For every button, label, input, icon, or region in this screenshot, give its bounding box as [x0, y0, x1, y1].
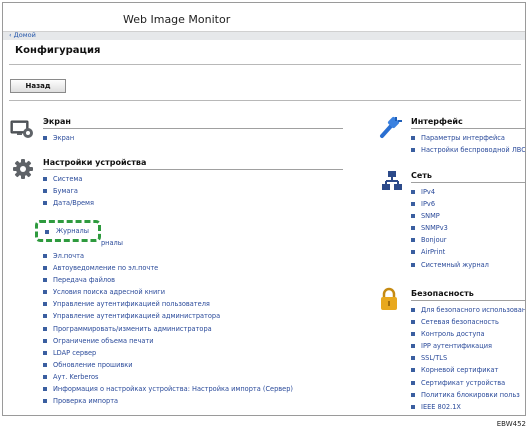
link-secure-use[interactable]: Для безопасного использован: [411, 304, 525, 316]
screen-section: Экран Экран: [43, 117, 343, 144]
screen-items: Экран: [43, 132, 343, 144]
bullet: [45, 230, 49, 234]
link-syslog[interactable]: Системный журнал: [411, 259, 525, 271]
link-ldap-server[interactable]: LDAP сервер: [43, 347, 343, 359]
section-rule: [43, 128, 343, 129]
link-network-security[interactable]: Сетевая безопасность: [411, 316, 525, 328]
section-rule: [411, 182, 525, 183]
interface-cable-icon: [380, 116, 402, 138]
link-snmp[interactable]: SNMP: [411, 210, 525, 222]
link-auto-email[interactable]: Автоуведомление по эл.почте: [43, 262, 343, 274]
link-import-check[interactable]: Проверка импорта: [43, 395, 343, 407]
link-user-lockout-policy[interactable]: Политика блокировки польз: [411, 389, 525, 401]
home-bar: ‹ Домой: [3, 31, 525, 40]
device-items-top: Система Бумага Дата/Время: [43, 173, 343, 209]
device-items-bottom: Эл.почта Автоуведомление по эл.почте Пер…: [43, 250, 343, 407]
link-file-transfer[interactable]: Передача файлов: [43, 274, 343, 286]
link-user-auth[interactable]: Управление аутентификацией пользователя: [43, 298, 343, 310]
security-section: Безопасность Для безопасного использован…: [411, 289, 525, 413]
logs-partial-label: рналы: [101, 239, 123, 247]
link-snmpv3[interactable]: SNMPv3: [411, 222, 525, 234]
link-admin-auth[interactable]: Управление аутентификацией администратор…: [43, 310, 343, 322]
logs-highlight[interactable]: Журналы: [35, 220, 101, 242]
link-device-certificate[interactable]: Сертификат устройства: [411, 377, 525, 389]
device-settings-more: Эл.почта Автоуведомление по эл.почте Пер…: [43, 247, 343, 407]
network-section: Сеть IPv4 IPv6 SNMP SNMPv3 Bonjour AirPr…: [411, 171, 525, 271]
link-firmware-update[interactable]: Обновление прошивки: [43, 359, 343, 371]
device-settings-section: Настройки устройства Система Бумага Дата…: [43, 158, 343, 209]
link-ipv4[interactable]: IPv4: [411, 186, 525, 198]
link-date-time[interactable]: Дата/Время: [43, 197, 343, 209]
link-airprint[interactable]: AirPrint: [411, 246, 525, 258]
link-paper[interactable]: Бумага: [43, 185, 343, 197]
security-section-title: Безопасность: [411, 289, 474, 298]
app-title: Web Image Monitor: [123, 13, 231, 26]
interface-section-title: Интерфейс: [411, 117, 463, 126]
interface-section: Интерфейс Параметры интерфейса Настройки…: [411, 117, 525, 156]
link-access-control[interactable]: Контроль доступа: [411, 328, 525, 340]
link-program-admin[interactable]: Программировать/изменить администратора: [43, 323, 343, 335]
security-items: Для безопасного использован Сетевая безо…: [411, 304, 525, 413]
link-logs[interactable]: Журналы: [56, 227, 89, 235]
section-rule: [411, 300, 525, 301]
link-root-certificate[interactable]: Корневой сертификат: [411, 364, 525, 376]
lock-icon: [381, 287, 397, 310]
section-rule: [43, 169, 343, 170]
network-items: IPv4 IPv6 SNMP SNMPv3 Bonjour AirPrint С…: [411, 186, 525, 271]
link-wireless-lan[interactable]: Настройки беспроводной ЛВС: [411, 144, 525, 156]
link-email[interactable]: Эл.почта: [43, 250, 343, 262]
button-divider: [9, 100, 521, 101]
browser-frame: Web Image Monitor ‹ Домой Конфигурация Н…: [2, 2, 526, 416]
network-section-title: Сеть: [411, 171, 432, 180]
link-ssl-tls[interactable]: SSL/TLS: [411, 352, 525, 364]
home-link[interactable]: ‹ Домой: [9, 31, 36, 39]
section-rule: [411, 128, 525, 129]
network-icon: [382, 171, 402, 190]
figure-code: EBW452: [496, 420, 526, 428]
link-screen[interactable]: Экран: [43, 132, 343, 144]
link-ipv6[interactable]: IPv6: [411, 198, 525, 210]
back-button[interactable]: Назад: [10, 79, 66, 93]
link-print-volume[interactable]: Ограничение объема печати: [43, 335, 343, 347]
link-ipp-auth[interactable]: IPP аутентификация: [411, 340, 525, 352]
link-bonjour[interactable]: Bonjour: [411, 234, 525, 246]
page-title: Конфигурация: [15, 45, 101, 56]
link-address-search[interactable]: Условия поиска адресной книги: [43, 286, 343, 298]
link-ieee-8021x[interactable]: IEEE 802.1X: [411, 401, 525, 413]
link-interface-settings[interactable]: Параметры интерфейса: [411, 132, 525, 144]
gear-icon: [13, 159, 33, 179]
link-device-info-import[interactable]: Информация о настройках устройства: Наст…: [43, 383, 343, 395]
device-settings-title: Настройки устройства: [43, 158, 147, 167]
screen-section-title: Экран: [43, 117, 71, 126]
title-bar: Web Image Monitor: [3, 3, 525, 31]
link-system[interactable]: Система: [43, 173, 343, 185]
interface-items: Параметры интерфейса Настройки беспровод…: [411, 132, 525, 156]
screen-settings-icon: [10, 120, 33, 138]
link-kerberos[interactable]: Аут. Kerberos: [43, 371, 343, 383]
title-divider: [9, 64, 521, 65]
